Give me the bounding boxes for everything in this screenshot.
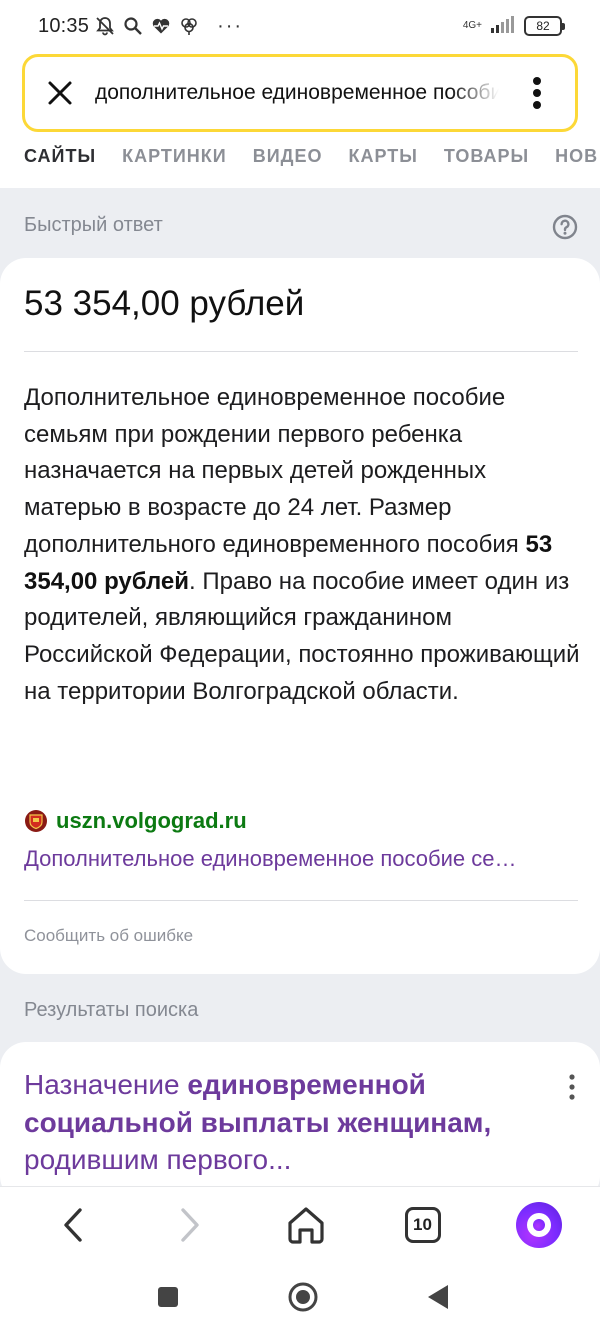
system-back-button[interactable] [426,1284,450,1310]
chevron-left-icon [64,1207,82,1242]
result-title-link[interactable]: Назначение единовременной социальной вып… [24,1066,544,1179]
system-navigation-bar [0,1262,600,1332]
close-search-button[interactable] [25,57,95,129]
chevron-right-icon [180,1207,199,1242]
source-domain[interactable]: uszn.volgograd.ru [56,808,247,834]
results-heading: Результаты поиска [24,999,199,1021]
status-time: 10:35 [38,14,90,37]
answer-amount: 53 354,00 рублей [24,284,305,323]
status-notification-icons: ··· [95,16,243,36]
network-type: 4G+ [462,20,482,31]
quick-answer-heading: Быстрый ответ [24,214,163,236]
search-menu-button[interactable] [499,57,575,129]
status-system-icons: 4G+ 82 [462,14,565,39]
tab-images[interactable]: КАРТИНКИ [122,146,227,167]
result-title-part: родившим первого... [24,1144,292,1175]
search-input[interactable]: дополнительное единовременное пособие се… [95,81,499,105]
result-menu-icon[interactable] [562,1072,582,1102]
report-error-link[interactable]: Сообщить об ошибке [24,926,193,946]
battery-icon: 82 [524,16,565,36]
home-button[interactable] [283,1202,329,1248]
bell-muted-icon [95,16,115,36]
close-icon [48,81,72,105]
system-home-button[interactable] [287,1281,319,1313]
back-button[interactable] [50,1202,96,1248]
alice-icon [516,1201,562,1248]
source-link[interactable]: Дополнительное единовременное пособие се… [24,846,580,872]
help-icon[interactable] [552,214,578,240]
more-vertical-icon [533,77,541,109]
status-bar: 10:35 ··· 4G+ 82 [0,0,600,52]
answer-text-part: Дополнительное единовременное пособие се… [24,384,526,558]
divider [24,351,578,352]
quick-answer-card: 53 354,00 рублей Дополнительное единовре… [0,258,600,974]
answer-text: Дополнительное единовременное пособие се… [24,380,580,710]
recent-apps-button[interactable] [156,1285,180,1309]
search-notification-icon [123,16,143,36]
tab-maps[interactable]: КАРТЫ [349,146,418,167]
answer-source[interactable]: uszn.volgograd.ru [24,808,247,834]
tab-products[interactable]: ТОВАРЫ [444,146,529,167]
flower-icon [179,16,199,36]
tabs-button[interactable]: 10 [400,1202,446,1248]
tab-sites[interactable]: САЙТЫ [24,146,96,167]
heart-pulse-icon [151,16,171,36]
result-title-part: Назначение [24,1069,188,1100]
tabs-count-badge: 10 [404,1206,441,1243]
search-result-card: Назначение единовременной социальной вып… [0,1042,600,1202]
alice-assistant-button[interactable] [516,1201,562,1248]
search-box[interactable]: дополнительное единовременное пособие се… [22,54,578,132]
home-icon [288,1206,324,1244]
forward-button[interactable] [167,1202,213,1248]
tab-video[interactable]: ВИДЕО [253,146,323,167]
search-header: дополнительное единовременное пособие се… [0,52,600,188]
signal-icon [490,14,516,39]
browser-toolbar: 10 [0,1186,600,1262]
more-notifications-icon: ··· [217,15,244,37]
search-tabs: САЙТЫ КАРТИНКИ ВИДЕО КАРТЫ ТОВАРЫ НОВ [24,146,598,167]
divider [24,900,578,901]
tab-news[interactable]: НОВ [555,146,598,167]
volgograd-coat-of-arms-icon [25,810,47,832]
